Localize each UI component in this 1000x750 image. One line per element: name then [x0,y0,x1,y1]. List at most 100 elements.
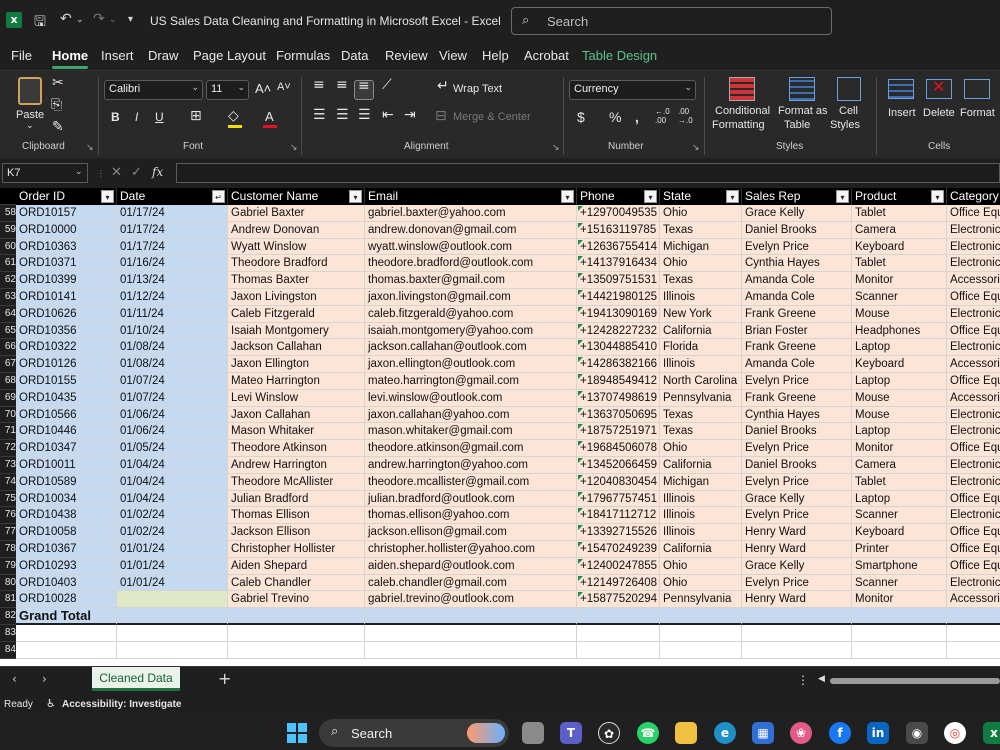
cell-sales-rep[interactable]: Henry Ward [742,524,852,541]
filter-dropdown-icon[interactable]: ▾ [644,190,657,203]
cell-product[interactable]: Headphones [852,322,947,340]
row-number[interactable]: 77 [0,524,16,541]
cell-phone[interactable]: +18757251971 [577,423,660,441]
cell-date[interactable]: 01/13/24 [117,272,228,289]
cell-category[interactable]: Electronic [947,255,1000,273]
cell-phone[interactable]: +17967757451 [577,490,660,508]
increase-indent-icon[interactable]: ⇥ [404,107,416,123]
row-number[interactable]: 68 [0,373,16,390]
cell-sales-rep[interactable]: Daniel Brooks [742,221,852,239]
chatgpt-icon[interactable]: ✿ [598,722,620,744]
hscroll-left-icon[interactable]: ◀ [818,674,825,684]
whatsapp-icon[interactable]: ☎ [637,722,659,744]
cell-email[interactable]: wyatt.winslow@outlook.com [365,238,577,256]
cell-sales-rep[interactable]: Amanda Cole [742,289,852,306]
cell-product[interactable]: Laptop [852,423,947,441]
accessibility-status[interactable]: Accessibility: Investigate [62,699,182,710]
cell-category[interactable]: Office Equ [947,373,1000,390]
search-box[interactable]: ⌕ Search [511,7,832,35]
cell-phone[interactable]: +12149726408 [577,574,660,592]
column-header-category[interactable]: Category [947,188,1000,205]
row-number[interactable]: 80 [0,574,16,592]
number-format-combo[interactable]: Currency ⌄ [569,80,696,100]
row-number[interactable]: 65 [0,322,16,340]
cell-product[interactable]: Smartphone [852,557,947,575]
cell-product[interactable]: Keyboard [852,238,947,256]
scroll-left-icon[interactable]: ‹ [12,672,17,686]
cell-state[interactable]: Texas [660,221,742,239]
cell-category[interactable] [947,625,1000,642]
cell-phone[interactable]: +13509751531 [577,272,660,289]
cell-phone[interactable] [577,608,660,625]
cell-category[interactable]: Office Equ [947,205,1000,222]
insert-cells-icon[interactable] [888,79,914,99]
cell-product[interactable]: Laptop [852,490,947,508]
cell-email[interactable]: isaiah.montgomery@yahoo.com [365,322,577,340]
cell-date[interactable]: 01/07/24 [117,373,228,390]
cell-category[interactable]: Electronic [947,221,1000,239]
cell-phone[interactable] [577,625,660,642]
decrease-font-icon[interactable]: A˅ [277,81,291,93]
cell-customer-name[interactable]: Caleb Chandler [228,574,365,592]
cell-state[interactable]: Illinois [660,490,742,508]
cell-product[interactable]: Scanner [852,574,947,592]
cell-product[interactable]: Mouse [852,406,947,424]
cell-email[interactable]: julian.bradford@outlook.com [365,490,577,508]
cell-phone[interactable] [577,641,660,659]
cell-product[interactable]: Laptop [852,373,947,390]
cell-phone[interactable]: +12428227232 [577,322,660,340]
cell-order-id[interactable]: ORD10011 [16,457,117,474]
cell-category[interactable]: Office Equ [947,557,1000,575]
cell-date[interactable]: 01/08/24 [117,356,228,373]
filter-dropdown-icon[interactable]: ▾ [726,190,739,203]
tab-formulas[interactable]: Formulas [276,48,330,63]
camera-icon[interactable]: ◉ [906,722,928,744]
cell-sales-rep[interactable]: Daniel Brooks [742,423,852,441]
row-number[interactable]: 67 [0,356,16,373]
cell-order-id[interactable]: ORD10438 [16,507,117,525]
cell-sales-rep[interactable]: Amanda Cole [742,272,852,289]
cell-category[interactable]: Accessori [947,389,1000,407]
cell-date[interactable]: 01/17/24 [117,238,228,256]
cell-phone[interactable]: +19413090169 [577,305,660,323]
cell-order-id[interactable]: ORD10347 [16,440,117,457]
filter-dropdown-icon[interactable]: ▾ [349,190,362,203]
paste-dropdown-icon[interactable]: ⌄ [26,121,34,131]
cell-category[interactable]: Office Equ [947,490,1000,508]
cell-product[interactable]: Laptop [852,339,947,357]
filter-dropdown-icon[interactable]: ▾ [931,190,944,203]
cell-state[interactable]: Florida [660,339,742,357]
increase-font-icon[interactable]: A˄ [255,81,271,96]
cell-phone[interactable]: +19684506078 [577,440,660,457]
filter-dropdown-icon[interactable]: ▾ [836,190,849,203]
cell-order-id[interactable]: ORD10589 [16,473,117,491]
add-sheet-icon[interactable]: + [218,669,231,688]
column-header-date[interactable]: Date ↵ [117,188,228,205]
cell-date[interactable]: 01/04/24 [117,490,228,508]
cell-styles-label-2[interactable]: Styles [830,119,860,131]
cell-phone[interactable]: +18417112712 [577,507,660,525]
cell-phone[interactable]: +15470249239 [577,541,660,558]
cell-order-id[interactable]: ORD10058 [16,524,117,541]
cell-product[interactable] [852,641,947,659]
tab-help[interactable]: Help [482,48,509,63]
teams-icon[interactable]: T [560,722,582,744]
column-header-email[interactable]: Email ▾ [365,188,577,205]
filter-dropdown-icon[interactable]: ▾ [561,190,574,203]
row-number[interactable]: 61 [0,255,16,273]
cell-order-id[interactable]: ORD10034 [16,490,117,508]
cell-product[interactable]: Tablet [852,205,947,222]
linkedin-icon[interactable]: in [867,722,889,744]
cell-customer-name[interactable]: Jackson Callahan [228,339,365,357]
cell-customer-name[interactable]: Isaiah Montgomery [228,322,365,340]
cell-product[interactable]: Monitor [852,272,947,289]
cell-email[interactable] [365,641,577,659]
format-as-table-label-1[interactable]: Format as [778,105,828,117]
cut-icon[interactable]: ✂ [52,75,64,91]
cell-customer-name[interactable] [228,625,365,642]
cell-email[interactable]: mateo.harrington@gmail.com [365,373,577,390]
cell-sales-rep[interactable]: Grace Kelly [742,490,852,508]
cell-phone[interactable]: +14421980125 [577,289,660,306]
cell-order-id[interactable]: ORD10322 [16,339,117,357]
cell-state[interactable]: Ohio [660,255,742,273]
